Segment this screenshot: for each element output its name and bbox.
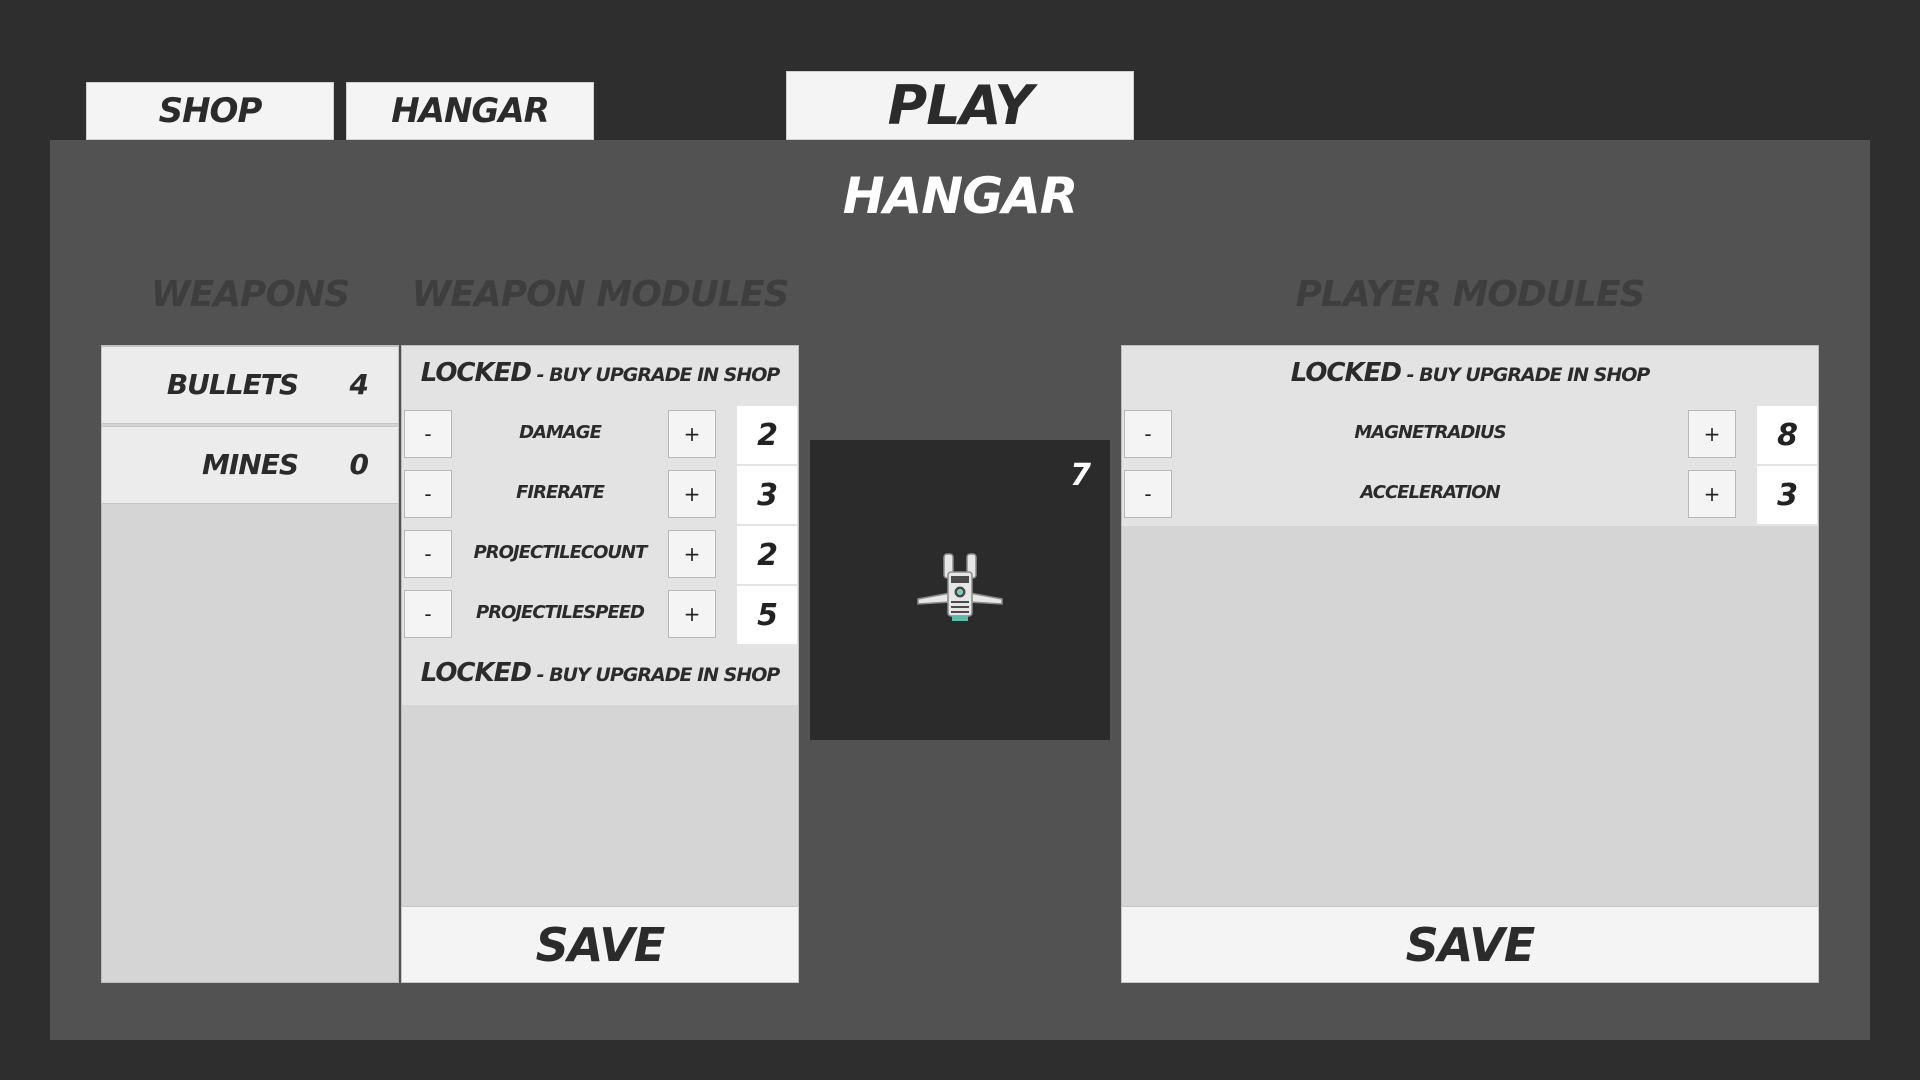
player-modules-save-button[interactable]: SAVE	[1121, 906, 1819, 983]
weapon-name: BULLETS	[166, 368, 299, 401]
damage-increase-button[interactable]: +	[668, 410, 716, 458]
weapon-count: 4	[349, 368, 370, 401]
preview-points: 7	[1070, 458, 1091, 493]
magnetradius-increase-button[interactable]: +	[1688, 410, 1736, 458]
firerate-increase-button[interactable]: +	[668, 470, 716, 518]
projectilespeed-increase-button[interactable]: +	[668, 590, 716, 638]
projectilecount-increase-button[interactable]: +	[668, 530, 716, 578]
damage-label: DAMAGE	[519, 422, 602, 443]
weapon-modules-locked-bottom: LOCKED - BUY UPGRADE IN SHOP	[420, 658, 781, 688]
player-modules-title: PLAYER MODULES	[1295, 274, 1646, 315]
weapon-item-bullets[interactable]: BULLETS 4	[101, 346, 399, 424]
projectilecount-decrease-button[interactable]: -	[404, 530, 452, 578]
spaceship-icon	[917, 553, 1003, 621]
weapon-item-mines[interactable]: MINES 0	[101, 426, 399, 504]
projectilespeed-decrease-button[interactable]: -	[404, 590, 452, 638]
acceleration-value: 3	[1757, 466, 1817, 524]
page-title: HANGAR	[842, 167, 1079, 225]
weapon-count: 0	[349, 448, 370, 481]
projectilespeed-label: PROJECTILESPEED	[476, 602, 645, 623]
projectilecount-label: PROJECTILECOUNT	[473, 542, 648, 563]
tab-hangar[interactable]: HANGAR	[346, 82, 594, 140]
firerate-label: FIRERATE	[516, 482, 605, 503]
weapon-modules-save-button[interactable]: SAVE	[401, 906, 799, 983]
play-button[interactable]: PLAY	[786, 71, 1134, 140]
damage-value: 2	[737, 406, 797, 464]
firerate-decrease-button[interactable]: -	[404, 470, 452, 518]
acceleration-decrease-button[interactable]: -	[1124, 470, 1172, 518]
damage-decrease-button[interactable]: -	[404, 410, 452, 458]
magnetradius-decrease-button[interactable]: -	[1124, 410, 1172, 458]
acceleration-increase-button[interactable]: +	[1688, 470, 1736, 518]
weapons-title: WEAPONS	[150, 274, 350, 315]
weapon-modules-locked-top: LOCKED - BUY UPGRADE IN SHOP	[420, 358, 781, 388]
magnetradius-value: 8	[1757, 406, 1817, 464]
magnetradius-label: MAGNETRADIUS	[1354, 422, 1506, 443]
tab-shop[interactable]: SHOP	[86, 82, 334, 140]
player-modules-locked-top: LOCKED - BUY UPGRADE IN SHOP	[1290, 358, 1651, 388]
firerate-value: 3	[737, 466, 797, 524]
projectilecount-value: 2	[737, 526, 797, 584]
projectilespeed-value: 5	[737, 586, 797, 644]
weapon-name: MINES	[201, 448, 299, 481]
weapon-modules-title: WEAPON MODULES	[411, 274, 790, 315]
acceleration-label: ACCELERATION	[1360, 482, 1500, 503]
